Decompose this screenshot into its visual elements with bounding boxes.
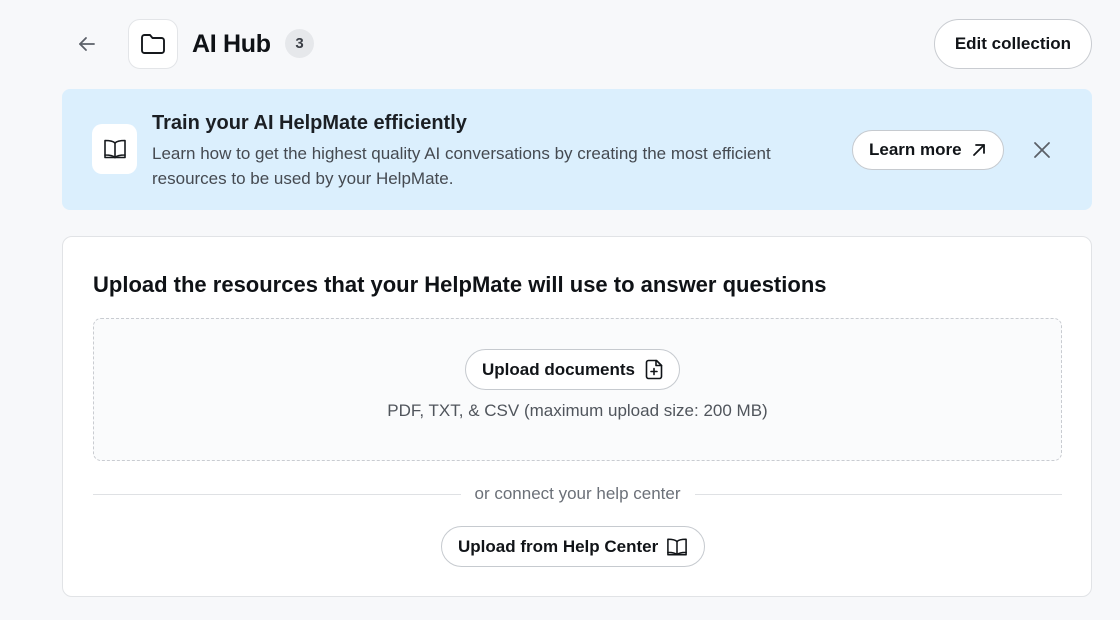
divider-line-left (93, 493, 461, 495)
page-header: AI Hub 3 Edit collection (62, 18, 1092, 70)
upload-from-help-center-button[interactable]: Upload from Help Center (441, 526, 706, 567)
learn-more-button[interactable]: Learn more (852, 130, 1004, 170)
back-button[interactable] (70, 30, 104, 58)
page-title: AI Hub (192, 30, 271, 58)
upload-dropzone[interactable]: Upload documents PDF, TXT, & CSV (maximu… (93, 318, 1062, 461)
close-banner-button[interactable] (1028, 136, 1056, 164)
divider-text: or connect your help center (474, 484, 681, 503)
arrow-left-icon (79, 37, 95, 51)
close-icon (1034, 142, 1050, 158)
training-banner: Train your AI HelpMate efficiently Learn… (62, 89, 1092, 210)
upload-documents-label: Upload documents (482, 359, 636, 379)
count-badge: 3 (285, 29, 314, 58)
banner-description: Learn how to get the highest quality AI … (152, 144, 771, 188)
upload-resources-card: Upload the resources that your HelpMate … (62, 236, 1092, 597)
learn-more-label: Learn more (869, 140, 962, 159)
banner-icon-box (92, 124, 137, 174)
collection-icon-box (128, 19, 178, 69)
book-open-icon (667, 538, 688, 555)
divider-line-right (694, 493, 1063, 495)
upload-hint: PDF, TXT, & CSV (maximum upload size: 20… (387, 401, 768, 420)
connect-divider: or connect your help center (93, 483, 1063, 505)
upload-documents-button[interactable]: Upload documents (465, 349, 681, 390)
banner-title: Train your AI HelpMate efficiently (152, 112, 467, 134)
book-open-icon (103, 139, 126, 159)
arrow-up-right-icon (972, 144, 985, 156)
folder-icon (141, 34, 165, 54)
upload-section-title: Upload the resources that your HelpMate … (93, 272, 827, 297)
edit-collection-button[interactable]: Edit collection (933, 19, 1092, 69)
upload-from-help-center-label: Upload from Help Center (458, 536, 659, 556)
file-plus-icon (645, 359, 663, 380)
